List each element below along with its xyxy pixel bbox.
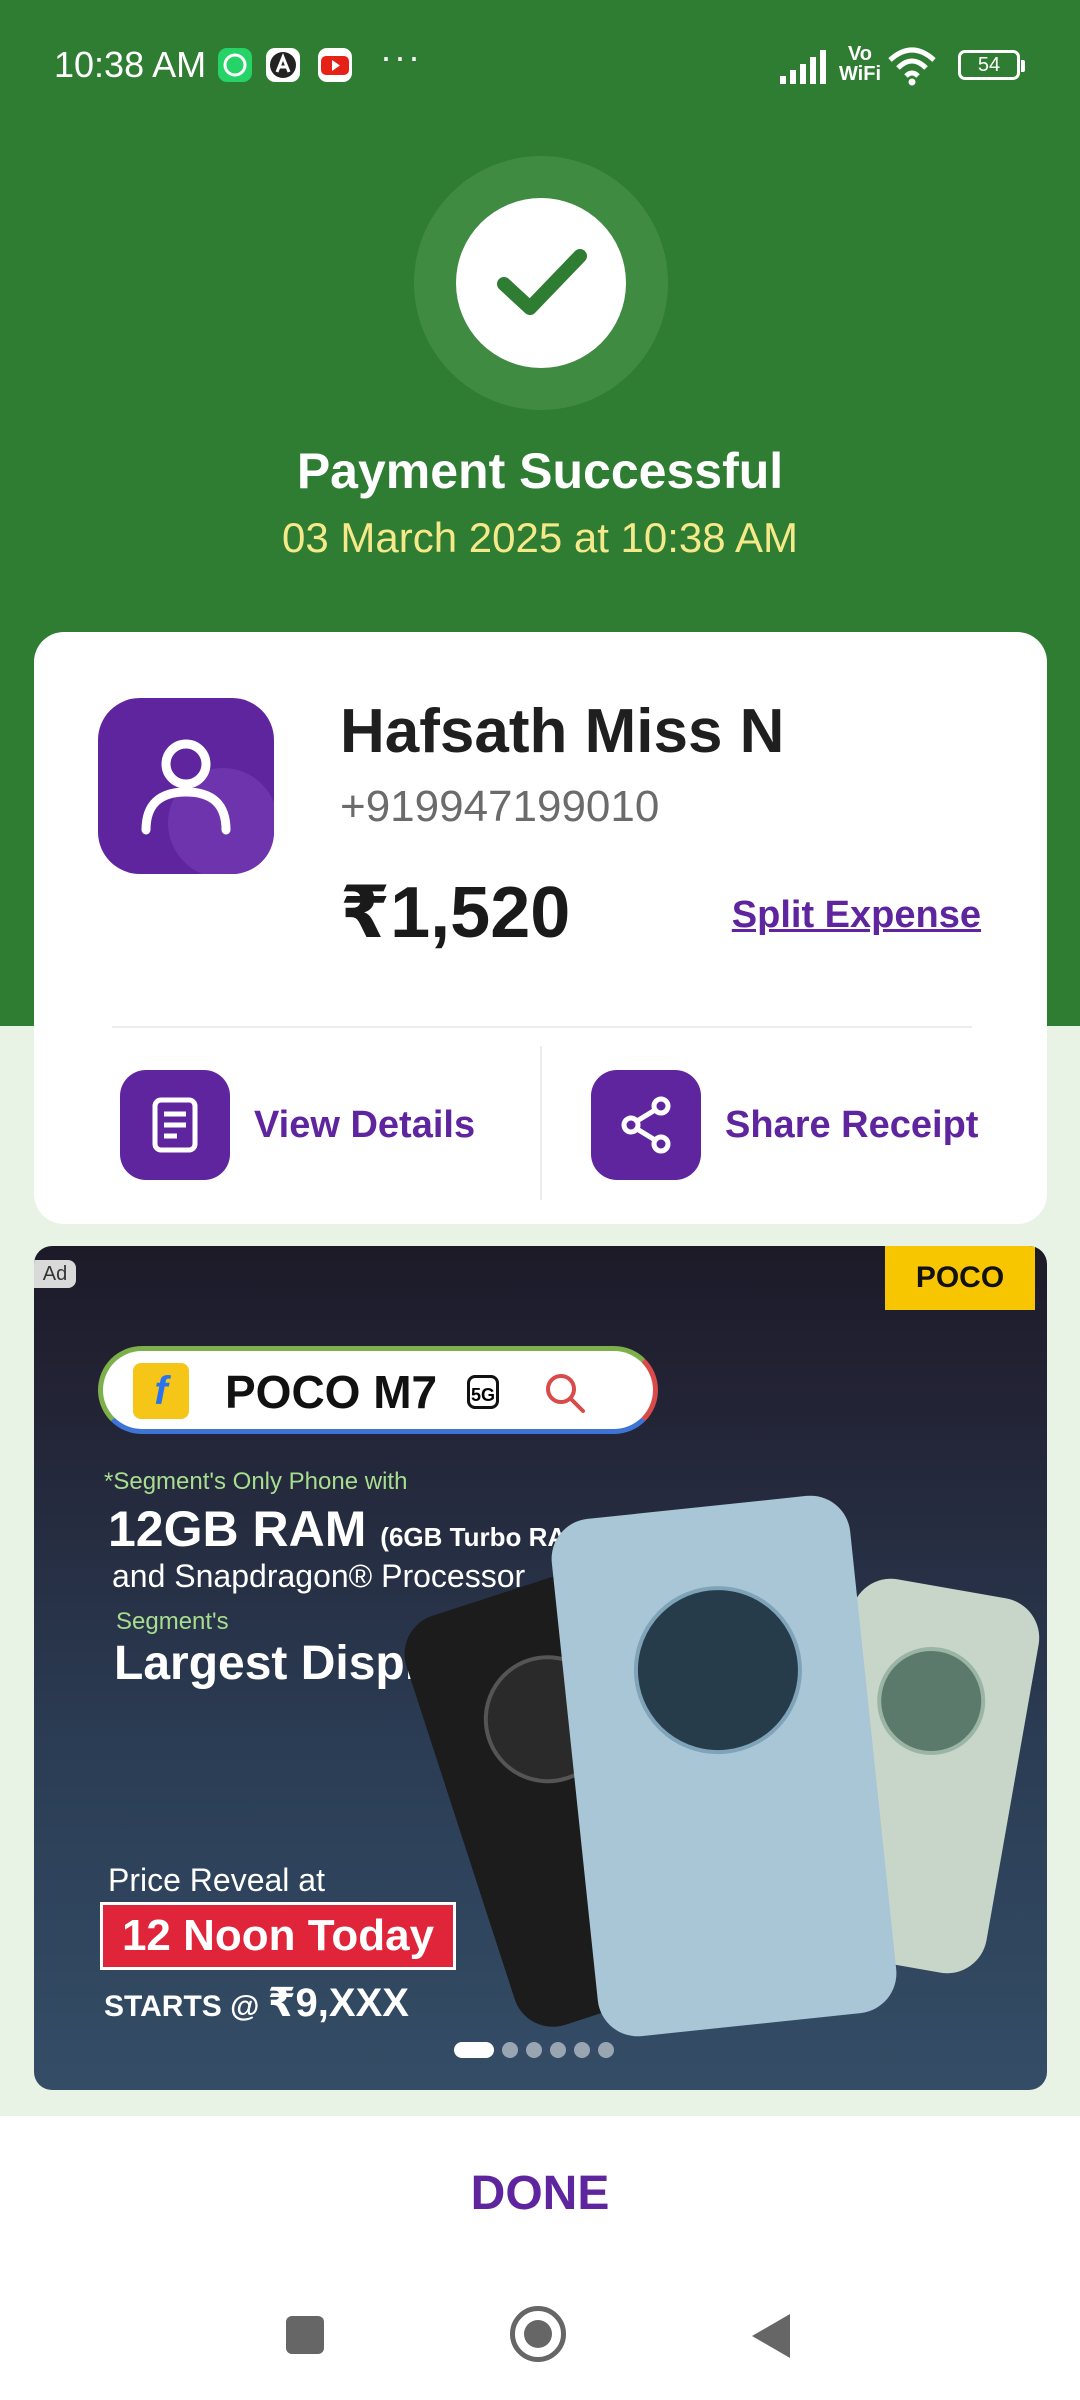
signal-icon	[780, 50, 826, 84]
home-nav-icon[interactable]	[510, 2306, 566, 2362]
magnifier-icon	[546, 1374, 585, 1413]
payment-amount: ₹1,520	[340, 873, 571, 953]
ad-processor: and Snapdragon® Processor	[112, 1558, 526, 1594]
success-check-icon	[456, 198, 626, 368]
more-notifications-icon: ···	[380, 36, 422, 77]
ad-ram: 12GB RAM (6GB Turbo RAM)	[108, 1500, 596, 1558]
carousel-indicator	[454, 2042, 614, 2058]
carousel-dot[interactable]	[574, 2042, 590, 2058]
wifi-icon	[888, 47, 936, 86]
carousel-dot[interactable]	[526, 2042, 542, 2058]
vowifi-label: Vo WiFi	[838, 43, 882, 85]
ad-starts-price: ₹9,XXX	[267, 1981, 409, 2025]
ad-segment-label: Segment's	[116, 1608, 229, 1635]
poco-logo: POCO	[885, 1246, 1035, 1310]
split-expense-link[interactable]: Split Expense	[732, 894, 981, 937]
youtube-icon	[318, 48, 352, 82]
card-divider	[112, 1026, 972, 1028]
payment-status-title: Payment Successful	[296, 443, 784, 499]
ad-search-bar: f POCO M7 5G	[98, 1346, 658, 1434]
carousel-dot[interactable]	[598, 2042, 614, 2058]
status-bar: 10:38 AM ··· Vo WiFi 54	[0, 0, 1080, 130]
5g-badge: 5G	[467, 1375, 499, 1409]
ad-search-text: POCO M7	[225, 1366, 438, 1418]
ad-starts: STARTS @ ₹9,XXX	[104, 1980, 409, 2026]
payment-card: Hafsath Miss N +919947199010 ₹1,520 Spli…	[34, 632, 1047, 1224]
app-a-icon	[266, 48, 300, 82]
ad-banner[interactable]: Ad POCO f POCO M7 5G *Segment's Only Pho…	[34, 1246, 1047, 2090]
actions-divider	[540, 1046, 542, 1200]
ad-phone-blue	[547, 1491, 901, 2041]
bottom-bar: DONE	[0, 2116, 1080, 2400]
carousel-dot[interactable]	[454, 2042, 494, 2058]
ad-segment-note: *Segment's Only Phone with	[104, 1468, 408, 1495]
flipkart-icon: f	[133, 1363, 189, 1419]
person-icon	[141, 739, 231, 835]
ad-price-reveal: Price Reveal at	[108, 1862, 325, 1898]
payee-phone: +919947199010	[340, 782, 660, 831]
share-receipt-label: Share Receipt	[725, 1103, 979, 1146]
ad-starts-label: STARTS @	[104, 1990, 260, 2023]
document-icon	[120, 1070, 230, 1180]
view-details-label: View Details	[254, 1103, 476, 1146]
ad-ram-text: 12GB RAM	[108, 1501, 367, 1557]
payee-avatar	[98, 698, 274, 874]
back-nav-icon[interactable]	[752, 2314, 790, 2358]
carousel-dot[interactable]	[502, 2042, 518, 2058]
view-details-button[interactable]: View Details	[120, 1070, 475, 1180]
ad-tag: Ad	[34, 1260, 76, 1288]
done-button[interactable]: DONE	[0, 2166, 1080, 2221]
recents-nav-icon[interactable]	[286, 2316, 324, 2354]
carousel-dot[interactable]	[550, 2042, 566, 2058]
whatsapp-icon	[218, 48, 252, 82]
share-icon	[591, 1070, 701, 1180]
battery-icon: 54	[958, 50, 1025, 80]
share-receipt-button[interactable]: Share Receipt	[591, 1070, 978, 1180]
ad-noon-banner: 12 Noon Today	[100, 1902, 456, 1970]
payment-datetime: 03 March 2025 at 10:38 AM	[282, 514, 798, 561]
status-time: 10:38 AM	[54, 44, 207, 85]
payee-name: Hafsath Miss N	[340, 697, 785, 766]
